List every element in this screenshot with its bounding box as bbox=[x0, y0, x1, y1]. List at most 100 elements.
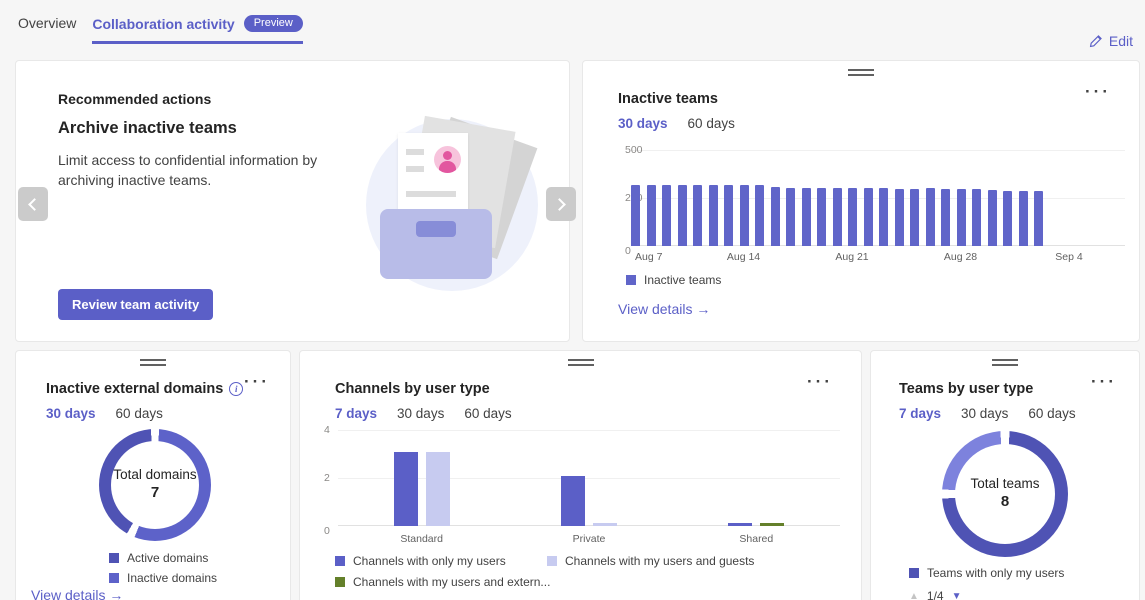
review-team-activity-button[interactable]: Review team activity bbox=[58, 289, 214, 320]
bar bbox=[693, 185, 702, 246]
legend-item: Inactive domains bbox=[109, 571, 217, 585]
x-axis-tick-label: Aug 28 bbox=[943, 251, 978, 263]
legend-swatch bbox=[109, 553, 119, 563]
legend-swatch bbox=[626, 275, 636, 285]
recommendation-description: Limit access to confidential information… bbox=[58, 152, 318, 188]
legend-label: Channels with my users and extern... bbox=[353, 575, 551, 589]
period-tabs: 7 days 30 days 60 days bbox=[335, 406, 512, 421]
bar bbox=[760, 523, 785, 526]
more-options-button[interactable]: ··· bbox=[807, 373, 833, 390]
legend-label: Inactive teams bbox=[644, 273, 722, 287]
edit-button[interactable]: Edit bbox=[1089, 33, 1133, 49]
donut-center-label: Total domains 7 bbox=[113, 467, 197, 502]
tab-overview[interactable]: Overview bbox=[18, 12, 76, 40]
inactive-external-domains-card: ··· Inactive external domains i 30 days … bbox=[15, 350, 291, 600]
view-details-link[interactable]: View details → bbox=[618, 301, 710, 317]
bar bbox=[1003, 191, 1012, 246]
bar bbox=[646, 185, 656, 246]
legend-label: Active domains bbox=[127, 551, 209, 565]
bar bbox=[879, 188, 888, 246]
chart-legend: Teams with only my users bbox=[909, 566, 1064, 580]
y-axis-label: 0 bbox=[324, 525, 330, 537]
bar bbox=[592, 523, 617, 526]
bar bbox=[801, 188, 811, 246]
period-30-days[interactable]: 30 days bbox=[397, 406, 444, 421]
legend-item: Inactive teams bbox=[626, 273, 721, 287]
legend-item: Channels with my users and guests bbox=[547, 554, 754, 568]
legend-swatch bbox=[909, 568, 919, 578]
chart-legend: Active domains Inactive domains bbox=[109, 551, 217, 585]
drag-handle-icon[interactable] bbox=[848, 69, 874, 76]
period-7-days[interactable]: 7 days bbox=[899, 406, 941, 421]
chart-legend: Channels with only my users Channels with… bbox=[335, 554, 754, 589]
bar bbox=[755, 185, 764, 246]
chevron-left-icon bbox=[28, 197, 41, 211]
x-axis-tick-label: Aug 21 bbox=[835, 251, 869, 263]
period-7-days[interactable]: 7 days bbox=[335, 406, 377, 421]
view-details-link[interactable]: View details → bbox=[31, 587, 123, 600]
domains-donut-chart: Total domains 7 bbox=[99, 429, 211, 541]
info-icon[interactable]: i bbox=[229, 382, 244, 396]
card-title: Inactive teams bbox=[618, 91, 718, 107]
period-30-days[interactable]: 30 days bbox=[46, 406, 96, 421]
pager-label: 1/4 bbox=[926, 589, 944, 600]
page-tabs: Overview Collaboration activity Preview bbox=[18, 12, 303, 44]
bar bbox=[925, 188, 935, 246]
period-60-days[interactable]: 60 days bbox=[688, 116, 735, 131]
legend-label: Channels with only my users bbox=[353, 554, 506, 568]
period-60-days[interactable]: 60 days bbox=[1028, 406, 1075, 421]
legend-label: Channels with my users and guests bbox=[565, 554, 755, 568]
period-tabs: 30 days 60 days bbox=[46, 406, 163, 421]
bar bbox=[770, 187, 780, 246]
period-30-days[interactable]: 30 days bbox=[618, 116, 668, 131]
legend-item: Teams with only my users bbox=[909, 566, 1064, 580]
more-options-button[interactable]: ··· bbox=[244, 373, 270, 390]
y-axis-label: 2 bbox=[324, 471, 330, 484]
bar bbox=[662, 185, 671, 246]
period-tabs: 7 days 30 days 60 days bbox=[899, 406, 1076, 421]
legend-item: Channels with my users and extern... bbox=[335, 575, 551, 589]
period-60-days[interactable]: 60 days bbox=[116, 406, 163, 421]
tab-label: Collaboration activity bbox=[92, 15, 235, 32]
x-axis-tick-label: Aug 7 bbox=[635, 251, 663, 263]
bar bbox=[728, 523, 753, 526]
bar-groups: Standard Private Shared bbox=[338, 431, 840, 545]
period-tabs: 30 days 60 days bbox=[618, 116, 735, 131]
tab-collaboration-activity[interactable]: Collaboration activity Preview bbox=[92, 12, 303, 44]
bar bbox=[631, 185, 640, 246]
carousel-next-button[interactable] bbox=[546, 187, 576, 221]
bar bbox=[894, 189, 904, 246]
x-axis-tick-label: Sep 4 bbox=[1055, 251, 1083, 263]
period-30-days[interactable]: 30 days bbox=[961, 406, 1008, 421]
bar bbox=[708, 185, 718, 246]
bar bbox=[739, 185, 749, 246]
chevron-right-icon bbox=[553, 197, 566, 211]
bar-group: Shared bbox=[673, 431, 840, 545]
legend-pager: ▲ 1/4 ▼ bbox=[909, 589, 962, 600]
drag-handle-icon[interactable] bbox=[140, 359, 166, 366]
period-60-days[interactable]: 60 days bbox=[464, 406, 511, 421]
card-title: Inactive external domains i bbox=[46, 381, 244, 397]
bar bbox=[786, 188, 795, 246]
more-options-button[interactable]: ··· bbox=[1085, 83, 1111, 100]
bar bbox=[972, 189, 981, 246]
bar bbox=[1034, 190, 1043, 246]
card-title: Teams by user type bbox=[899, 381, 1034, 397]
more-options-button[interactable]: ··· bbox=[1091, 373, 1117, 390]
category-label: Private bbox=[572, 533, 606, 545]
carousel-previous-button[interactable] bbox=[18, 187, 48, 221]
drag-handle-icon[interactable] bbox=[992, 359, 1018, 366]
y-axis-label: 0 bbox=[625, 245, 631, 257]
bar-group: Private bbox=[505, 431, 672, 545]
drag-handle-icon[interactable] bbox=[567, 359, 594, 366]
pager-down-icon[interactable]: ▼ bbox=[952, 591, 962, 600]
collaboration-activity-dashboard: Overview Collaboration activity Preview … bbox=[0, 0, 1145, 600]
avatar-icon bbox=[434, 146, 461, 173]
category-label: Standard bbox=[400, 533, 443, 545]
inactive-teams-card: ··· Inactive teams 30 days 60 days 02505… bbox=[582, 60, 1140, 342]
legend-item: Channels with only my users bbox=[335, 554, 547, 568]
pager-up-icon[interactable]: ▲ bbox=[909, 591, 919, 600]
bar bbox=[910, 189, 919, 246]
inactive-teams-bar-chart: 0250500Aug 7Aug 14Aug 21Aug 28Sep 4 bbox=[625, 144, 1125, 263]
bar-group: Standard bbox=[338, 431, 505, 545]
